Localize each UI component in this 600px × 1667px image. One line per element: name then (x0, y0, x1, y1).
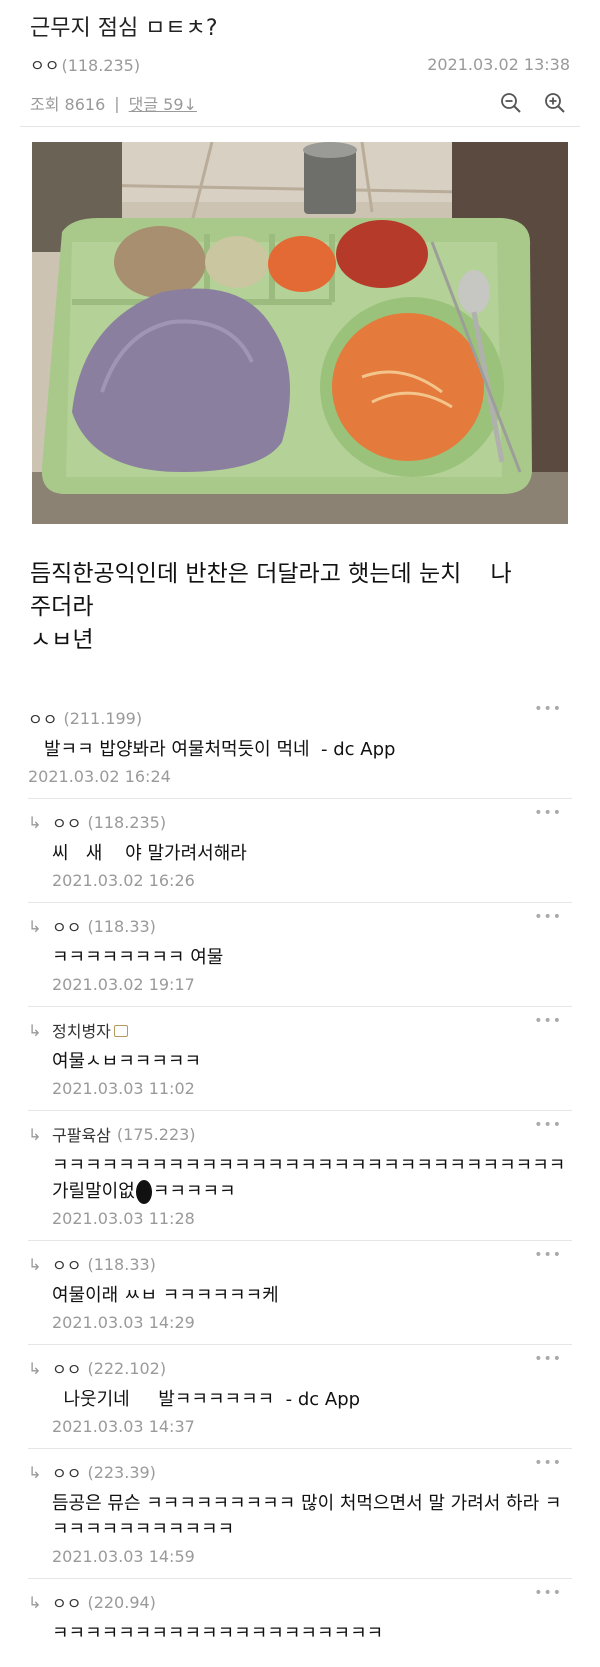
more-options-icon[interactable]: ••• (534, 1117, 562, 1133)
more-options-icon[interactable]: ••• (534, 909, 562, 925)
comment-date: 2021.03.03 11:28 (52, 1209, 195, 1228)
comment-header: ↳ ㅇㅇ (222.102) (28, 1355, 572, 1381)
more-options-icon[interactable]: ••• (534, 1455, 562, 1471)
comment-author[interactable]: ㅇㅇ (52, 1252, 81, 1276)
comment-date: 2021.03.03 11:02 (52, 1079, 195, 1098)
reply-arrow-icon: ↳ (28, 1124, 42, 1144)
lunch-tray-illustration (32, 142, 568, 524)
comment-date: 2021.03.02 16:24 (28, 767, 171, 786)
more-options-icon[interactable]: ••• (534, 805, 562, 821)
zoom-controls (496, 88, 570, 118)
comment-item: ↳ 정치병자 ••• 여물ㅅㅂㅋㅋㅋㅋㅋ 2021.03.03 11:02 (28, 1007, 572, 1111)
comment-text: 여물ㅅㅂㅋㅋㅋㅋㅋ (52, 1051, 202, 1072)
comment-author[interactable]: ㅇㅇ (52, 810, 81, 834)
post-datetime: 2021.03.02 13:38 (427, 54, 570, 74)
comment-text-part: ㅋㅋㅋㅋㅋㅋㅋㅋㅋㅋㅋㅋㅋㅋㅋㅋㅋㅋㅋㅋㅋㅋㅋㅋㅋㅋㅋㅋㅋㅋㅋ가릴말이없 (52, 1155, 566, 1202)
comment-header: ↳ ㅇㅇ (223.39) (28, 1459, 572, 1485)
comment-date: 2021.03.02 16:26 (52, 871, 195, 890)
comment-text: 씨 새 야 말가려서해라 (52, 843, 247, 864)
post-author-ip: (118.235) (61, 56, 141, 75)
comment-date: 2021.03.03 14:29 (52, 1313, 195, 1332)
post-photo[interactable] (32, 142, 568, 524)
post-body: 듬직한공익인데 반찬은 더달라고 햇는데 눈치 나 주더라 ㅅㅂ년 (30, 558, 570, 657)
comment-header: ↳ 구팔육삼 (175.223) (28, 1121, 572, 1147)
comment-item: ↳ ㅇㅇ (118.235) ••• 씨 새 야 말가려서해라 2021.03.… (28, 799, 572, 903)
post-stats: 조회 8616 | 댓글 59↓ (30, 88, 570, 118)
comment-list: ㅇㅇ (211.199) ••• 발ㅋㅋ 밥양봐라 여물처먹듯이 먹네 - dc… (28, 701, 572, 1659)
comment-text: 듬공은 뮤슨 ㅋㅋㅋㅋㅋㅋㅋㅋㅋ 많이 처먹으면서 말 가려서 하라 ㅋㅋㅋㅋㅋ… (52, 1493, 562, 1540)
more-options-icon[interactable]: ••• (534, 1247, 562, 1263)
comment-date: 2021.03.03 14:59 (52, 1547, 195, 1566)
more-options-icon[interactable]: ••• (534, 1013, 562, 1029)
member-badge-icon (113, 1025, 128, 1037)
comment-ip: (222.102) (87, 1358, 167, 1378)
comment-header: ↳ ㅇㅇ (118.235) (28, 809, 572, 835)
comment-ip: (223.39) (87, 1462, 156, 1482)
more-options-icon[interactable]: ••• (534, 701, 562, 717)
post-body-line: 주더라 (30, 594, 94, 620)
comment-count-link[interactable]: 댓글 59↓ (129, 91, 197, 115)
reply-arrow-icon: ↳ (28, 812, 42, 832)
comment-item: ↳ ㅇㅇ (220.94) ••• ㅋㅋㅋㅋㅋㅋㅋㅋㅋㅋㅋㅋㅋㅋㅋㅋㅋㅋㅋㅋ (28, 1579, 572, 1659)
view-count: 조회 8616 (30, 95, 106, 114)
comment-text: ㅋㅋㅋㅋㅋㅋㅋㅋ 여물 (52, 947, 224, 968)
comment-ip: (118.33) (87, 916, 156, 936)
post-meta: ㅇㅇ (118.235) 2021.03.02 13:38 (30, 52, 570, 76)
comment-ip: (175.223) (116, 1124, 196, 1144)
comment-item: ↳ ㅇㅇ (222.102) ••• 나웃기네 발ㅋㅋㅋㅋㅋㅋ - dc App… (28, 1345, 572, 1449)
reply-arrow-icon: ↳ (28, 1358, 42, 1378)
comment-text: ㅋㅋㅋㅋㅋㅋㅋㅋㅋㅋㅋㅋㅋㅋㅋㅋㅋㅋㅋㅋ (52, 1623, 384, 1644)
more-options-icon[interactable]: ••• (534, 1351, 562, 1367)
post-author[interactable]: ㅇㅇ (30, 56, 59, 75)
comment-item: ↳ 구팔육삼 (175.223) ••• ㅋㅋㅋㅋㅋㅋㅋㅋㅋㅋㅋㅋㅋㅋㅋㅋㅋㅋㅋ… (28, 1111, 572, 1241)
reply-arrow-icon: ↳ (28, 916, 42, 936)
post-author-block: ㅇㅇ (118.235) (30, 52, 140, 76)
comment-header: ↳ ㅇㅇ (118.33) (28, 913, 572, 939)
comment-header: ↳ ㅇㅇ (118.33) (28, 1251, 572, 1277)
comment-author[interactable]: ㅇㅇ (28, 706, 57, 730)
comment-header: ↳ ㅇㅇ (220.94) (28, 1589, 572, 1615)
comment-text: 나웃기네 발ㅋㅋㅋㅋㅋㅋ - dc App (52, 1389, 361, 1410)
zoom-out-icon[interactable] (496, 88, 526, 118)
reply-arrow-icon: ↳ (28, 1592, 42, 1612)
comment-author[interactable]: ㅇㅇ (52, 914, 81, 938)
comment-date: 2021.03.02 19:17 (52, 975, 195, 994)
reply-arrow-icon: ↳ (28, 1462, 42, 1482)
post-body-line: 듬직한공익인데 반찬은 더달라고 햇는데 눈치 나 (30, 561, 512, 587)
comment-ip: (118.33) (87, 1254, 156, 1274)
zoom-in-icon[interactable] (540, 88, 570, 118)
reply-arrow-icon: ↳ (28, 1254, 42, 1274)
comment-text: 발ㅋㅋ 밥양봐라 여물처먹듯이 먹네 - dc App (44, 739, 396, 760)
comment-ip: (220.94) (87, 1592, 156, 1612)
post-title: 근무지 점심 ㅁㅌㅊ? (30, 16, 218, 41)
comment-author[interactable]: 정치병자 (52, 1018, 111, 1042)
more-options-icon[interactable]: ••• (534, 1585, 562, 1601)
header-divider (20, 126, 580, 127)
comment-ip: (118.235) (87, 812, 167, 832)
comment-ip: (211.199) (63, 708, 143, 728)
comment-author[interactable]: 구팔육삼 (52, 1122, 111, 1146)
reply-arrow-icon: ↳ (28, 1020, 42, 1040)
stat-separator: | (114, 93, 120, 113)
comment-header: ㅇㅇ (211.199) (28, 705, 572, 731)
comment-text: 여물이래 ㅆㅂ ㅋㅋㅋㅋㅋㅋ케 (52, 1285, 279, 1306)
comment-item: ㅇㅇ (211.199) ••• 발ㅋㅋ 밥양봐라 여물처먹듯이 먹네 - dc… (28, 701, 572, 799)
redaction-blot (135, 1180, 152, 1204)
comment-item: ↳ ㅇㅇ (118.33) ••• ㅋㅋㅋㅋㅋㅋㅋㅋ 여물 2021.03.02… (28, 903, 572, 1007)
comment-text-part: ㅋㅋㅋㅋㅋ (152, 1181, 236, 1202)
comment-author[interactable]: ㅇㅇ (52, 1356, 81, 1380)
comment-text: ㅋㅋㅋㅋㅋㅋㅋㅋㅋㅋㅋㅋㅋㅋㅋㅋㅋㅋㅋㅋㅋㅋㅋㅋㅋㅋㅋㅋㅋㅋㅋ가릴말이없 ㅋㅋㅋㅋ… (28, 1153, 572, 1205)
comment-author[interactable]: ㅇㅇ (52, 1590, 81, 1614)
comment-item: ↳ ㅇㅇ (118.33) ••• 여물이래 ㅆㅂ ㅋㅋㅋㅋㅋㅋ케 2021.0… (28, 1241, 572, 1345)
comment-header: ↳ 정치병자 (28, 1017, 572, 1043)
comment-date: 2021.03.03 14:37 (52, 1417, 195, 1436)
post-body-line: ㅅㅂ년 (30, 627, 94, 653)
comment-author[interactable]: ㅇㅇ (52, 1460, 81, 1484)
comment-item: ↳ ㅇㅇ (223.39) ••• 듬공은 뮤슨 ㅋㅋㅋㅋㅋㅋㅋㅋㅋ 많이 처먹… (28, 1449, 572, 1579)
